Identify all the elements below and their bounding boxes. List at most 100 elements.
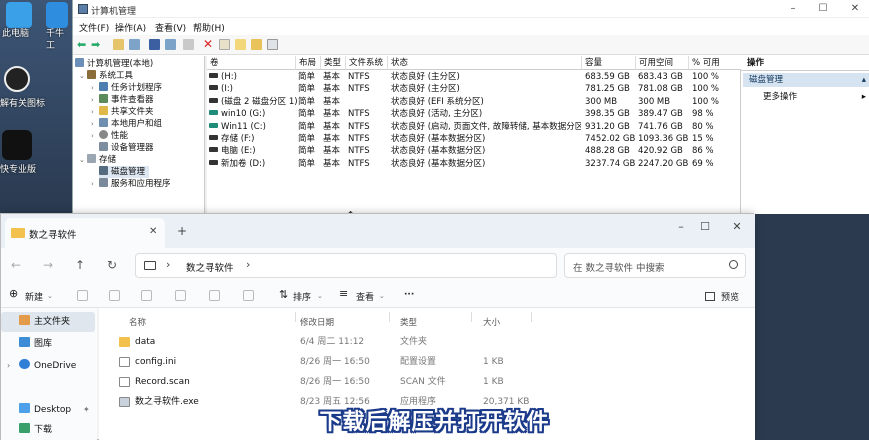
volume-cell[interactable]: NTFS	[348, 71, 388, 83]
close-button[interactable]: ✕	[845, 2, 865, 16]
file-row[interactable]: config.ini 8/26 周一 16:50 配置设置 1 KB	[99, 352, 755, 372]
volume-cell[interactable]: 基本	[323, 108, 347, 120]
volume-cell[interactable]: 简单	[298, 96, 322, 108]
volume-cell[interactable]: NTFS	[348, 133, 388, 145]
search-folder-icon[interactable]	[251, 39, 262, 50]
sort-button[interactable]: 排序	[293, 290, 311, 303]
view-button[interactable]: 查看	[356, 290, 374, 303]
volume-cell[interactable]: NTFS	[348, 158, 388, 170]
volume-cell[interactable]: 488.28 GB	[585, 145, 635, 157]
volume-cell[interactable]: 86 %	[692, 145, 740, 157]
volume-cell[interactable]: 状态良好 (基本数据分区)	[391, 145, 581, 157]
volume-cell[interactable]: 389.47 GB	[638, 108, 688, 120]
forward-arrow-icon[interactable]: ➡	[91, 39, 102, 50]
new-button[interactable]: 新建	[25, 290, 43, 303]
chevron-down-icon[interactable]: ⌄	[379, 292, 385, 300]
file-row[interactable]: data 6/4 周二 11:12 文件夹	[99, 332, 755, 352]
volume-cell[interactable]: 398.35 GB	[585, 108, 635, 120]
col-free[interactable]: 可用空间	[636, 56, 689, 70]
chevron-right-icon[interactable]: ›	[7, 356, 10, 376]
actions-disk-management[interactable]: 磁盘管理 ▴	[743, 73, 869, 87]
delete-icon[interactable]: ✕	[203, 38, 214, 50]
volume-cell[interactable]: 状态良好 (基本数据分区)	[391, 133, 581, 145]
volume-cell[interactable]: 简单	[298, 121, 322, 133]
volume-cell-name[interactable]: win10 (G:)	[209, 108, 297, 120]
volume-cell[interactable]: 简单	[298, 133, 322, 145]
volume-cell[interactable]: NTFS	[348, 83, 388, 95]
volume-cell[interactable]: 741.76 GB	[638, 121, 688, 133]
volume-cell[interactable]: 98 %	[692, 108, 740, 120]
col-capacity[interactable]: 容量	[582, 56, 636, 70]
menu-view[interactable]: 查看(V)	[155, 21, 186, 34]
col-type[interactable]: 类型	[321, 56, 346, 70]
volume-cell[interactable]: 状态良好 (启动, 页面文件, 故障转储, 基本数据分区)	[391, 121, 581, 133]
forward-icon[interactable]: →	[43, 258, 53, 272]
tree-item-storage[interactable]: ⌄ 存储	[79, 154, 116, 166]
list-view-icon[interactable]	[267, 39, 278, 50]
new-tab-button[interactable]: +	[177, 224, 187, 238]
rename-icon[interactable]	[175, 290, 186, 301]
sidebar-item-home[interactable]: 主文件夹	[1, 312, 95, 332]
column-divider[interactable]	[389, 312, 390, 322]
volume-cell[interactable]	[348, 96, 388, 108]
col-filesystem[interactable]: 文件系统	[346, 56, 388, 70]
volume-cell[interactable]: 基本	[323, 133, 347, 145]
volume-cell[interactable]: 15 %	[692, 133, 740, 145]
volume-cell[interactable]: 基本	[323, 145, 347, 157]
tree-item-system-tools[interactable]: ⌄ 系统工具	[79, 70, 133, 82]
menu-action[interactable]: 操作(A)	[115, 21, 146, 34]
volume-cell[interactable]: 931.20 GB	[585, 121, 635, 133]
volume-cell-name[interactable]: 存储 (F:)	[209, 133, 297, 145]
more-actions[interactable]: 更多操作 ▸	[743, 90, 869, 104]
volume-cell[interactable]: 683.43 GB	[638, 71, 688, 83]
address-bar[interactable]: › 数之寻软件 ›	[135, 253, 557, 278]
volume-cell-name[interactable]: (磁盘 2 磁盘分区 1)	[209, 96, 297, 108]
folder-up-icon[interactable]	[113, 39, 124, 50]
col-percent-free[interactable]: % 可用	[689, 56, 741, 70]
volume-cell-name[interactable]: 电脑 (E:)	[209, 145, 297, 157]
chevron-down-icon[interactable]: ⌄	[317, 292, 323, 300]
volume-cell-name[interactable]: Win11 (C:)	[209, 121, 297, 133]
breadcrumb-folder[interactable]: 数之寻软件	[186, 260, 234, 274]
volume-cell[interactable]: 基本	[323, 121, 347, 133]
up-icon[interactable]: ↑	[75, 258, 85, 272]
col-size[interactable]: 大小	[483, 316, 500, 328]
volume-cell[interactable]: 683.59 GB	[585, 71, 635, 83]
tree-item-services[interactable]: › 服务和应用程序	[91, 178, 171, 190]
copy-icon[interactable]	[109, 290, 120, 301]
col-name[interactable]: 名称	[129, 316, 146, 328]
volume-cell[interactable]: 3237.74 GB	[585, 158, 635, 170]
close-button[interactable]: ✕	[727, 220, 747, 234]
tree-item-disk-management[interactable]: 磁盘管理	[99, 166, 150, 178]
minimize-button[interactable]: –	[783, 2, 803, 16]
connect-icon[interactable]	[183, 39, 194, 50]
col-status[interactable]: 状态	[388, 56, 582, 70]
volume-cell[interactable]: 基本	[323, 158, 347, 170]
tree-item-task-scheduler[interactable]: › 任务计划程序	[91, 82, 162, 94]
volume-cell[interactable]: 69 %	[692, 158, 740, 170]
volume-cell[interactable]: 781.08 GB	[638, 83, 688, 95]
volume-cell-name[interactable]: (I:)	[209, 83, 297, 95]
menu-help[interactable]: 帮助(H)	[193, 21, 225, 34]
volume-cell[interactable]: 状态良好 (基本数据分区)	[391, 158, 581, 170]
volume-cell[interactable]: 基本	[323, 96, 347, 108]
volume-cell-name[interactable]: 新加卷 (D:)	[209, 158, 297, 170]
sidebar-item-onedrive[interactable]: › OneDrive	[1, 356, 95, 376]
folder-icon[interactable]	[235, 39, 246, 50]
preview-button[interactable]: 预览	[721, 290, 739, 303]
chevron-down-icon[interactable]: ⌄	[47, 292, 53, 300]
cut-icon[interactable]	[77, 290, 88, 301]
tree-item-shared-folders[interactable]: › 共享文件夹	[91, 106, 154, 118]
volume-cell[interactable]: 300 MB	[585, 96, 635, 108]
volume-cell[interactable]: 基本	[323, 83, 347, 95]
tab-close-icon[interactable]: ✕	[149, 226, 157, 237]
more-options-button[interactable]: ···	[404, 290, 414, 300]
column-divider[interactable]	[471, 312, 472, 322]
volume-cell[interactable]: 100 %	[692, 83, 740, 95]
col-layout[interactable]: 布局	[296, 56, 321, 70]
volume-cell[interactable]: 100 %	[692, 71, 740, 83]
volume-cell[interactable]: 状态良好 (主分区)	[391, 83, 581, 95]
maximize-button[interactable]: ☐	[813, 2, 833, 16]
tab-current[interactable]: 数之寻软件 ✕	[5, 218, 165, 248]
search-box[interactable]: 在 数之寻软件 中搜索	[564, 253, 746, 278]
